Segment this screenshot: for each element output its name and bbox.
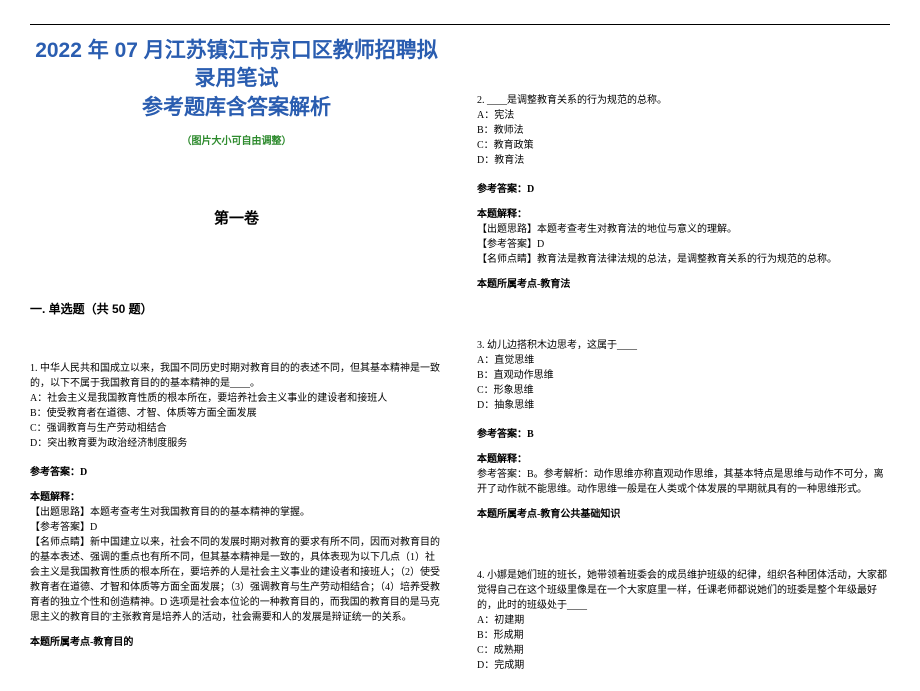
option-b: B：直观动作思维	[477, 368, 890, 383]
question-stem: 2. ____是调整教育关系的行为规范的总称。	[477, 93, 890, 108]
option-c: C：教育政策	[477, 138, 890, 153]
option-a: A：初建期	[477, 613, 890, 628]
option-d: D：完成期	[477, 658, 890, 673]
explain-line: 【出题思路】本题考查考生对我国教育目的的基本精神的掌握。	[30, 505, 443, 520]
topic-label: 本题所属考点-教育法	[477, 277, 890, 292]
question-stem: 1. 中华人民共和国成立以来，我国不同历史时期对教育目的的表述不同，但其基本精神…	[30, 361, 443, 391]
explain-line: 【参考答案】D	[30, 520, 443, 535]
option-a: A：直觉思维	[477, 353, 890, 368]
explain-line: 参考答案：B。参考解析：动作思维亦称直观动作思维，其基本特点是思维与动作不可分，…	[477, 467, 890, 497]
question-3: 3. 幼儿边搭积木边思考，这属于____ A：直觉思维 B：直观动作思维 C：形…	[477, 338, 890, 522]
right-column: 2. ____是调整教育关系的行为规范的总称。 A：宪法 B：教师法 C：教育政…	[477, 37, 890, 691]
two-column-layout: 2022 年 07 月江苏镇江市京口区教师招聘拟录用笔试 参考题库含答案解析 （…	[30, 37, 890, 691]
option-b: B：使受教育者在道德、才智、体质等方面全面发展	[30, 406, 443, 421]
explain-line: 【参考答案】D	[477, 237, 890, 252]
option-c: C：形象思维	[477, 383, 890, 398]
option-b: B：形成期	[477, 628, 890, 643]
option-b: B：教师法	[477, 123, 890, 138]
option-d: D：突出教育要为政治经济制度服务	[30, 436, 443, 451]
explain-label: 本题解释：	[477, 452, 890, 467]
topic-label: 本题所属考点-教育公共基础知识	[477, 507, 890, 522]
explain-label: 本题解释：	[30, 490, 443, 505]
option-a: A：社会主义是我国教育性质的根本所在，要培养社会主义事业的建设者和接班人	[30, 391, 443, 406]
answer-label: 参考答案：D	[30, 465, 443, 480]
spacer	[477, 310, 890, 338]
question-4: 4. 小娜是她们班的班长，她带领着班委会的成员维护班级的纪律，组织各种团体活动，…	[477, 568, 890, 673]
question-stem: 4. 小娜是她们班的班长，她带领着班委会的成员维护班级的纪律，组织各种团体活动，…	[477, 568, 890, 613]
explain-label: 本题解释：	[477, 207, 890, 222]
title-line-1: 2022 年 07 月江苏镇江市京口区教师招聘拟录用笔试	[35, 39, 438, 90]
volume-heading: 第一卷	[30, 207, 443, 228]
explain-line: 【名师点睛】新中国建立以来，社会不同的发展时期对教育的要求有所不同，因而对教育目…	[30, 535, 443, 625]
option-d: D：抽象思维	[477, 398, 890, 413]
horizontal-rule	[30, 24, 890, 25]
explain-line: 【出题思路】本题考查考生对教育法的地位与意义的理解。	[477, 222, 890, 237]
spacer	[477, 540, 890, 568]
answer-label: 参考答案：D	[477, 182, 890, 197]
option-c: C：强调教育与生产劳动相结合	[30, 421, 443, 436]
answer-label: 参考答案：B	[477, 427, 890, 442]
title-line-2: 参考题库含答案解析	[142, 96, 331, 119]
option-a: A：宪法	[477, 108, 890, 123]
option-d: D：教育法	[477, 153, 890, 168]
document-subtitle: （图片大小可自由调整）	[30, 132, 443, 147]
spacer	[477, 37, 890, 93]
left-column: 2022 年 07 月江苏镇江市京口区教师招聘拟录用笔试 参考题库含答案解析 （…	[30, 37, 443, 691]
question-2: 2. ____是调整教育关系的行为规范的总称。 A：宪法 B：教师法 C：教育政…	[477, 93, 890, 292]
section-heading: 一. 单选题（共 50 题）	[30, 300, 443, 317]
topic-label: 本题所属考点-教育目的	[30, 635, 443, 650]
question-stem: 3. 幼儿边搭积木边思考，这属于____	[477, 338, 890, 353]
document-title: 2022 年 07 月江苏镇江市京口区教师招聘拟录用笔试 参考题库含答案解析	[30, 37, 443, 122]
question-1: 1. 中华人民共和国成立以来，我国不同历史时期对教育目的的表述不同，但其基本精神…	[30, 361, 443, 650]
explain-line: 【名师点睛】教育法是教育法律法规的总法，是调整教育关系的行为规范的总称。	[477, 252, 890, 267]
